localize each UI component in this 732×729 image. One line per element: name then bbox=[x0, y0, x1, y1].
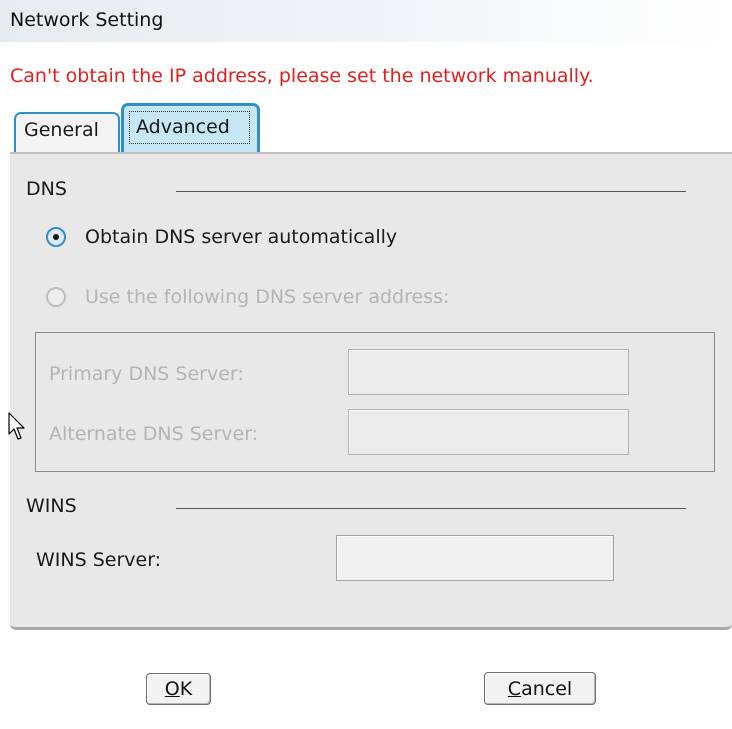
radio-selected-icon bbox=[53, 234, 59, 240]
cancel-mnemonic: C bbox=[507, 677, 522, 700]
tab-general[interactable]: General bbox=[14, 112, 120, 152]
cancel-button[interactable]: Cancel bbox=[484, 672, 596, 705]
primary-dns-field[interactable] bbox=[348, 349, 629, 395]
tab-advanced[interactable]: Advanced bbox=[121, 103, 260, 153]
wins-section-label: WINS bbox=[26, 495, 77, 517]
radio-dns-manual[interactable] bbox=[46, 287, 66, 307]
cancel-label-rest: ancel bbox=[521, 677, 573, 700]
dns-auto-label[interactable]: Obtain DNS server automatically bbox=[85, 226, 397, 248]
radio-dns-auto[interactable] bbox=[46, 227, 66, 247]
wins-server-field[interactable] bbox=[336, 535, 614, 581]
dns-section-label: DNS bbox=[26, 178, 67, 200]
alternate-dns-field[interactable] bbox=[348, 409, 629, 455]
dns-separator bbox=[176, 191, 686, 192]
mouse-pointer-icon bbox=[8, 412, 25, 440]
tab-advanced-focus-ring: Advanced bbox=[129, 111, 250, 144]
ok-label-rest: K bbox=[179, 678, 193, 700]
window-title: Network Setting bbox=[10, 9, 164, 31]
ok-button[interactable]: OK bbox=[146, 673, 211, 705]
wins-server-label: WINS Server: bbox=[36, 549, 162, 571]
primary-dns-label: Primary DNS Server: bbox=[49, 363, 244, 385]
dns-manual-label[interactable]: Use the following DNS server address: bbox=[85, 286, 449, 308]
tab-advanced-label: Advanced bbox=[136, 116, 230, 138]
tab-general-label: General bbox=[24, 119, 99, 141]
wins-separator bbox=[176, 508, 686, 509]
ok-mnemonic: O bbox=[164, 678, 180, 700]
alternate-dns-label: Alternate DNS Server: bbox=[49, 423, 259, 445]
title-bar: Network Setting bbox=[0, 0, 732, 42]
error-message: Can't obtain the IP address, please set … bbox=[10, 65, 594, 87]
